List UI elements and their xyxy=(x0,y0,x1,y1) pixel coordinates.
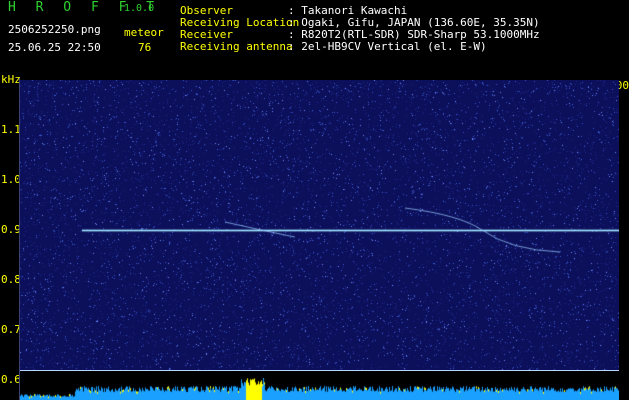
signal-level-bars xyxy=(20,378,619,400)
app-version: 1.0.0 xyxy=(124,3,155,14)
spectrogram-frame xyxy=(19,78,20,400)
y-tick-label: 0.8 xyxy=(1,273,21,286)
spectrogram xyxy=(20,80,619,370)
y-tick-label: 0.7 xyxy=(1,323,21,336)
meteor-label: meteor xyxy=(124,26,164,39)
meteor-count: 76 xyxy=(138,41,152,54)
file-name: 2506252250.png xyxy=(8,23,101,36)
band-line-top xyxy=(20,370,619,371)
y-axis-unit: kHz xyxy=(1,73,21,86)
header-panel: H R O F F T 1.0.0 2506252250.png 25.06.2… xyxy=(0,0,629,72)
y-tick-label: 0.9 xyxy=(1,223,21,236)
y-tick-label: 0.6 xyxy=(1,373,21,386)
y-tick-label: 1.1 xyxy=(1,123,21,136)
date-time: 25.06.25 22:50 xyxy=(8,41,101,54)
antenna-label: Receiving antenna xyxy=(180,40,293,53)
antenna-value: : 2el-HB9CV Vertical (el. E-W) xyxy=(288,40,487,53)
spectrogram-canvas xyxy=(20,80,619,370)
y-tick-label: 1.0 xyxy=(1,173,21,186)
